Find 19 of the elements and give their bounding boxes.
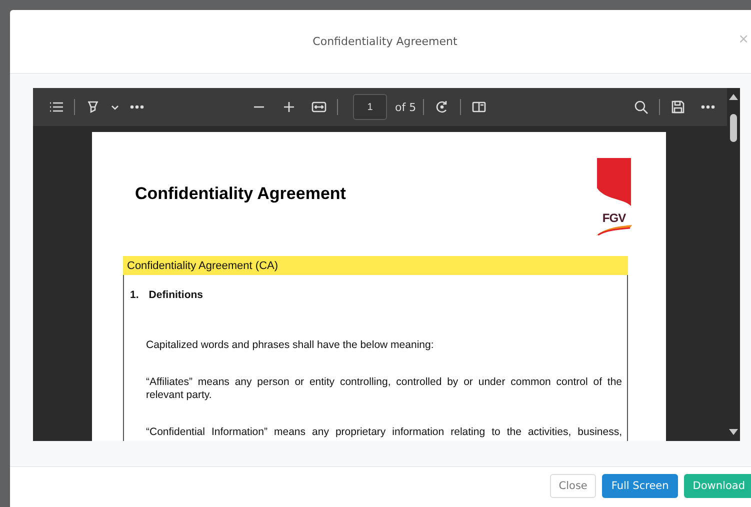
section-number: 1. <box>130 289 139 301</box>
dialog-title: Confidentiality Agreement <box>312 35 458 48</box>
scroll-down-icon[interactable] <box>729 429 738 435</box>
page-number-field[interactable]: 1 <box>353 94 387 120</box>
scroll-thumb[interactable] <box>730 114 737 142</box>
swoosh-icon <box>596 224 632 236</box>
paragraph: “Confidential Information” means any proprietary information relating to the activities, business, <box>146 426 622 439</box>
close-button[interactable]: Close <box>550 474 596 498</box>
paragraph: Capitalized words and phrases shall have the below meaning: <box>146 339 435 352</box>
section-title: Definitions <box>148 289 204 301</box>
page-count: of 5 <box>395 100 416 114</box>
paragraph: “Affiliates” means any person or entity controlling, controlled by or under common control of the relevant party. <box>146 376 622 402</box>
logo-text: FGV <box>602 212 626 224</box>
document-heading: Confidentiality Agreement <box>135 184 346 204</box>
section-bar: Confidentiality Agreement (CA) <box>123 256 628 275</box>
download-button[interactable]: Download <box>684 474 751 498</box>
full-screen-button[interactable]: Full Screen <box>602 474 678 498</box>
flag-icon <box>597 158 631 206</box>
scroll-up-icon[interactable] <box>729 94 738 100</box>
